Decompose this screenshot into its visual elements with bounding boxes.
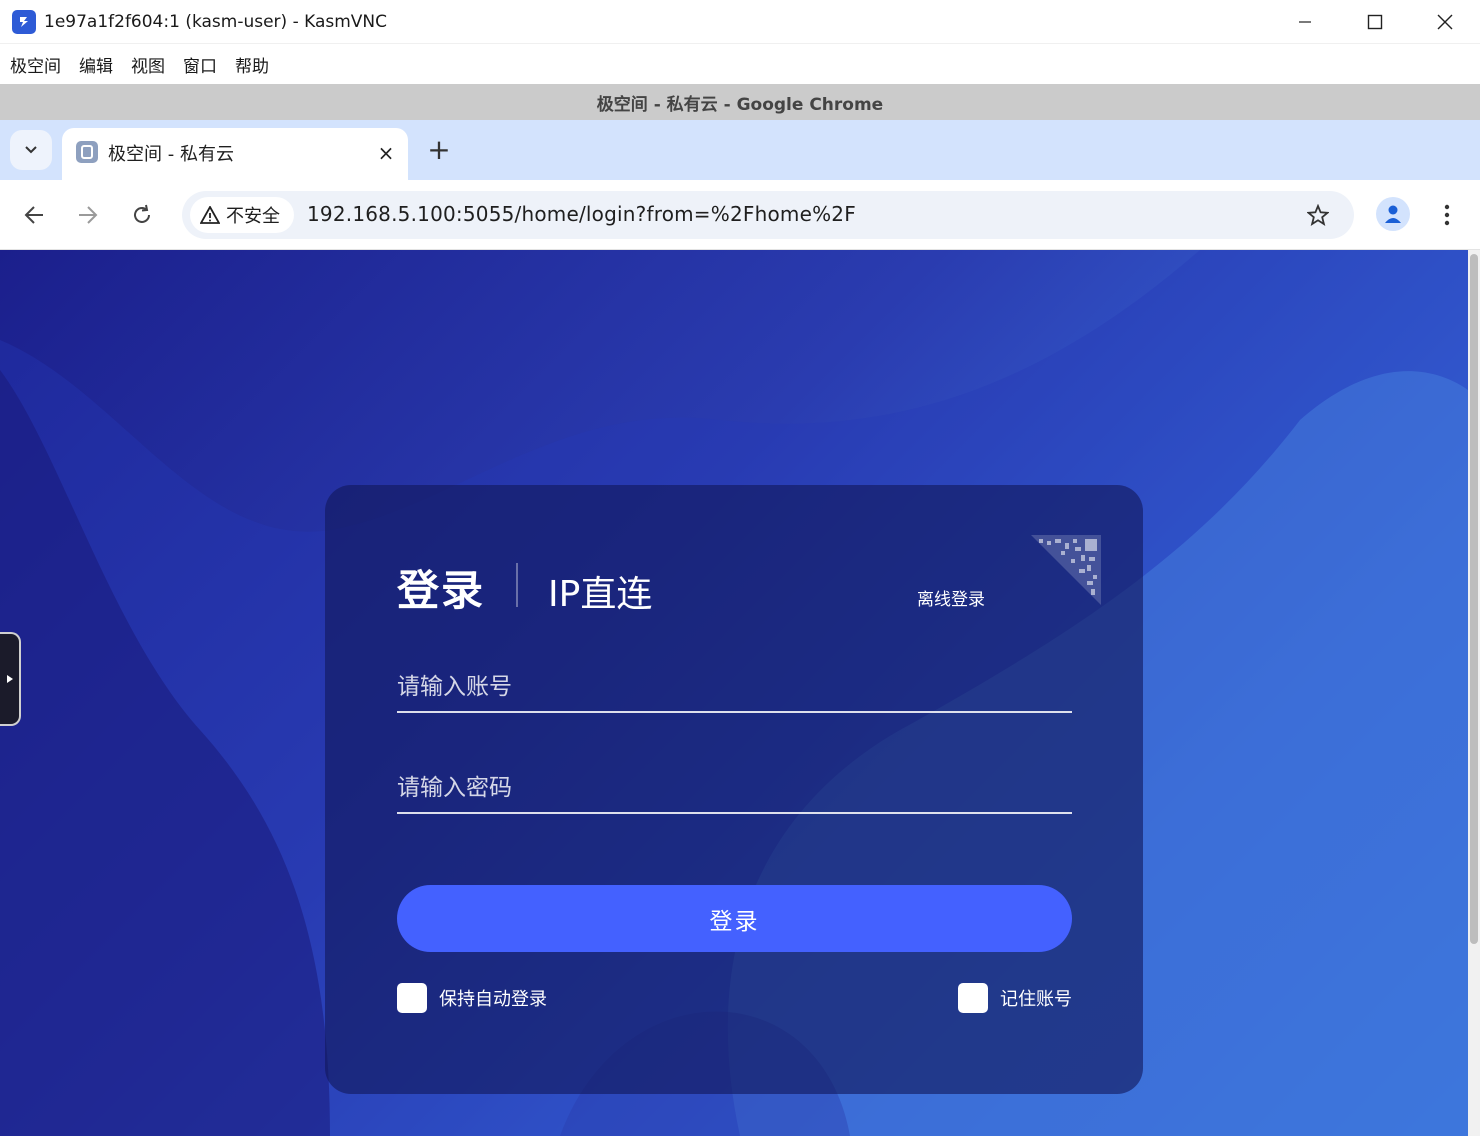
close-button[interactable] <box>1410 0 1480 44</box>
page-scrollbar[interactable] <box>1468 250 1480 1136</box>
forward-button[interactable] <box>70 197 106 233</box>
login-card: 登录 IP直连 离线登录 登录 <box>325 485 1143 1094</box>
more-vert-icon <box>1444 204 1450 226</box>
tab-divider <box>516 563 518 607</box>
chevron-down-icon <box>25 146 37 154</box>
keep-login-option[interactable]: 保持自动登录 <box>397 983 547 1013</box>
account-input[interactable] <box>397 665 1072 709</box>
keep-login-label: 保持自动登录 <box>439 989 547 1010</box>
remember-account-label: 记住账号 <box>1000 989 1072 1010</box>
zspace-favicon-icon <box>76 141 98 163</box>
arrow-left-icon <box>24 206 43 224</box>
omnibox[interactable]: 不安全 192.168.5.100:5055/home/login?from=%… <box>182 191 1354 239</box>
login-submit-button[interactable]: 登录 <box>397 885 1072 952</box>
menu-item-edit[interactable]: 编辑 <box>79 52 113 77</box>
tab-title: 极空间 - 私有云 <box>108 144 234 165</box>
browser-toolbar: 不安全 192.168.5.100:5055/home/login?from=%… <box>0 180 1480 250</box>
profile-avatar-button[interactable] <box>1376 197 1410 231</box>
tab-login[interactable]: 登录 <box>397 557 485 618</box>
page-viewport: 登录 IP直连 离线登录 登录 <box>0 250 1468 1136</box>
scroll-thumb[interactable] <box>1470 254 1478 944</box>
star-icon <box>1307 204 1329 226</box>
person-icon <box>1385 205 1401 223</box>
tab-close-icon[interactable]: × <box>374 141 398 165</box>
keep-login-checkbox[interactable] <box>397 983 427 1013</box>
password-input[interactable] <box>397 766 1072 810</box>
remember-account-option[interactable]: 记住账号 <box>958 983 1072 1013</box>
security-label: 不安全 <box>226 206 280 227</box>
offline-login-link[interactable]: 离线登录 <box>917 585 985 610</box>
maximize-button[interactable] <box>1340 0 1410 44</box>
play-arrow-icon <box>6 675 13 683</box>
chrome-menu-button[interactable] <box>1430 197 1464 233</box>
account-field <box>397 665 1072 713</box>
qr-code-icon[interactable] <box>1031 535 1101 605</box>
tab-strip: 极空间 - 私有云 × + <box>0 120 1480 180</box>
chrome-window-caption: 极空间 - 私有云 - Google Chrome <box>0 84 1480 120</box>
menu-item-window[interactable]: 窗口 <box>183 52 217 77</box>
back-button[interactable] <box>16 197 52 233</box>
kasmvnc-icon <box>12 10 36 34</box>
security-chip[interactable]: 不安全 <box>190 197 294 233</box>
warning-icon <box>200 206 220 224</box>
window-titlebar: 1e97a1f2f604:1 (kasm-user) - KasmVNC <box>0 0 1480 44</box>
password-field <box>397 766 1072 814</box>
new-tab-button[interactable]: + <box>424 133 454 166</box>
menu-item-view[interactable]: 视图 <box>131 52 165 77</box>
menu-item-help[interactable]: 帮助 <box>235 52 269 77</box>
remember-account-checkbox[interactable] <box>958 983 988 1013</box>
reload-button[interactable] <box>124 197 160 233</box>
menu-item-zspace[interactable]: 极空间 <box>10 52 61 77</box>
reload-icon <box>134 204 150 223</box>
arrow-right-icon <box>79 206 98 224</box>
window-title: 1e97a1f2f604:1 (kasm-user) - KasmVNC <box>44 12 388 32</box>
bookmark-star-button[interactable] <box>1300 197 1336 233</box>
tab-search-button[interactable] <box>10 130 52 170</box>
tab-ip-direct[interactable]: IP直连 <box>548 565 652 617</box>
vnc-menubar: 极空间 编辑 视图 窗口 帮助 <box>0 44 1480 84</box>
kasm-sidebar-handle[interactable] <box>0 632 21 726</box>
url-text[interactable]: 192.168.5.100:5055/home/login?from=%2Fho… <box>307 202 856 226</box>
minimize-button[interactable] <box>1270 0 1340 44</box>
tab-active[interactable]: 极空间 - 私有云 × <box>62 128 408 180</box>
